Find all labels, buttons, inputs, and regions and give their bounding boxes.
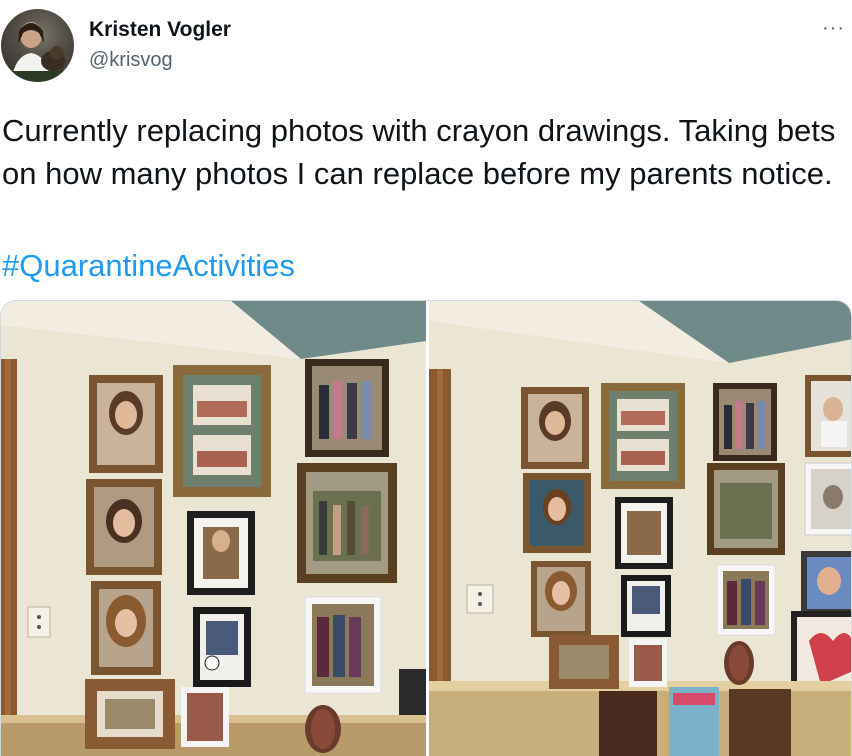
photo-before[interactable] [1,301,426,756]
more-horizontal-icon[interactable]: ··· [822,18,852,38]
author-name[interactable]: Kristen Vogler [89,18,231,42]
author-handle[interactable]: @krisvog [89,48,173,72]
avatar[interactable] [1,9,74,82]
hashtag-link[interactable]: #QuarantineActivities [2,244,295,287]
tweet-text: Currently replacing photos with crayon d… [2,113,836,191]
tweet-media [0,300,852,756]
photo-after[interactable] [429,301,851,756]
